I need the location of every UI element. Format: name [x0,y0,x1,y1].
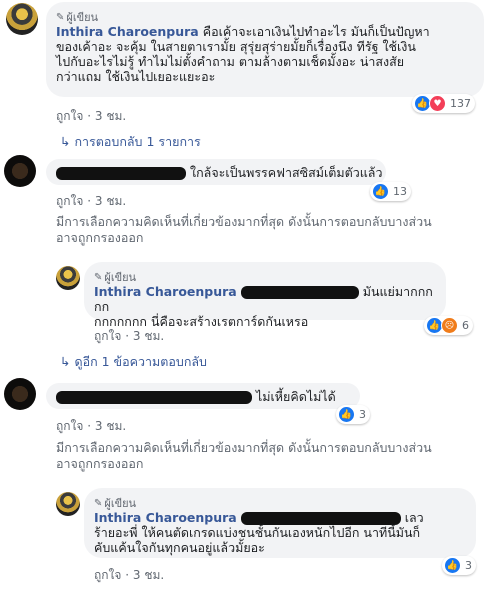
comment-line: กว่าแถม ใช้เงินไปเยอะแยะอะ [56,69,216,84]
redacted-name [56,167,186,180]
comment-actions: ถูกใจ · 3 ชม. [56,419,127,433]
reply-text: Inthira Charoenpura มันแย่มากกกกก กกกกกก… [94,284,444,329]
reaction-summary[interactable]: 👍 ♥ 137 [412,94,475,113]
comment-text: Inthira Charoenpura คือเค้าจะเอาเงินไปทำ… [56,24,480,84]
reply-arrow-icon: ↳ [60,354,71,369]
reaction-count: 3 [465,559,472,572]
reaction-count: 137 [450,97,471,110]
like-reaction-icon: 👍 [372,183,389,200]
view-more-replies-link[interactable]: ↳ ดูอีก 1 ข้อความตอบกลับ [60,352,207,372]
avatar[interactable] [56,492,80,516]
reaction-summary[interactable]: 👍 13 [370,182,411,201]
comment-line: ของเค้าอะ จะคุ้ม ในสายตาเรามั้ย สุรุ่ยสุ… [56,39,416,54]
reply-line: เลว [404,510,424,525]
like-button[interactable]: ถูกใจ [94,329,121,343]
redacted-name [56,391,252,404]
reaction-count: 6 [462,319,469,332]
reply-line: คับแค้นใจกันทุกคนอยู่แล้วมั้ยอะ [94,540,265,555]
comment-actions: ถูกใจ · 3 ชม. [56,109,127,123]
avatar[interactable] [6,3,38,35]
filtered-replies-note: มีการเลือกความคิดเห็นที่เกี่ยวข้องมากที่… [56,214,492,246]
reply-bubble: ✎ ผู้เขียน Inthira Charoenpura มันแย่มาก… [84,262,446,329]
reply-bubble: ✎ ผู้เขียน Inthira Charoenpura เลว ร้ายอ… [84,488,476,558]
comment-line: ใกล้จะเป็นพรรคฟาสซิสม์เต็มตัวแล้ว [189,165,383,180]
reaction-summary[interactable]: 👍 ☹ 6 [424,316,473,335]
comment-line: ไปกับอะไรไม่รู้ ทำไมไม่ตั้งคำถาม ตามล้าง… [56,54,405,69]
view-replies-link[interactable]: ↳ การตอบกลับ 1 รายการ [60,132,201,152]
filtered-note-line: อาจถูกกรองออก [56,230,144,245]
timestamp[interactable]: 3 ชม. [133,329,164,343]
like-button[interactable]: ถูกใจ [56,419,83,433]
filtered-note-line: อาจถูกกรองออก [56,456,144,471]
view-replies-label: การตอบกลับ 1 รายการ [74,134,201,149]
like-button[interactable]: ถูกใจ [56,194,83,208]
pencil-icon: ✎ [56,11,65,23]
redacted-name [240,512,401,525]
timestamp[interactable]: 3 ชม. [95,194,126,208]
timestamp[interactable]: 3 ชม. [95,109,126,123]
pencil-icon: ✎ [94,497,103,509]
avatar[interactable] [4,378,36,410]
author-name[interactable]: Inthira Charoenpura [94,510,237,525]
angry-reaction-icon: ☹ [441,317,458,334]
comment-line: ไม่เหี้ยคิดไม่ได้ [255,389,336,404]
reaction-summary[interactable]: 👍 3 [336,405,370,424]
view-more-replies-label: ดูอีก 1 ข้อความตอบกลับ [74,354,207,369]
love-reaction-icon: ♥ [429,95,446,112]
like-reaction-icon: 👍 [338,406,355,423]
filtered-note-line: มีการเลือกความคิดเห็นที่เกี่ยวข้องมากที่… [56,440,432,455]
reply-actions: ถูกใจ · 3 ชม. [94,329,165,343]
comment-actions: ถูกใจ · 3 ชม. [56,194,127,208]
filtered-replies-note: มีการเลือกความคิดเห็นที่เกี่ยวข้องมากที่… [56,440,492,472]
author-name[interactable]: Inthira Charoenpura [94,284,237,299]
comment-bubble: ใกล้จะเป็นพรรคฟาสซิสม์เต็มตัวแล้ว [46,159,386,185]
pencil-icon: ✎ [94,271,103,283]
avatar[interactable] [4,155,36,187]
like-button[interactable]: ถูกใจ [56,109,83,123]
reply-line: ร้ายอะพี่ ให้คนตัดเกรดแบ่งชนชั้นกันเองหน… [94,525,421,540]
like-reaction-icon: 👍 [444,557,461,574]
filtered-note-line: มีการเลือกความคิดเห็นที่เกี่ยวข้องมากที่… [56,214,432,229]
comment-text: ใกล้จะเป็นพรรคฟาสซิสม์เต็มตัวแล้ว [56,165,386,180]
redacted-name [240,286,359,299]
reaction-summary[interactable]: 👍 3 [442,556,476,575]
reply-arrow-icon: ↳ [60,134,71,149]
reaction-count: 3 [359,408,366,421]
comment-bubble: ✎ ผู้เขียน Inthira Charoenpura คือเค้าจะ… [46,2,484,97]
comment-line: คือเค้าจะเอาเงินไปทำอะไร มันก็เป็นปัญหา [202,24,430,39]
author-name[interactable]: Inthira Charoenpura [56,24,199,39]
timestamp[interactable]: 3 ชม. [95,419,126,433]
like-button[interactable]: ถูกใจ [94,568,121,582]
comment-bubble: ไม่เหี้ยคิดไม่ได้ [46,383,360,409]
timestamp[interactable]: 3 ชม. [133,568,164,582]
avatar[interactable] [56,266,80,290]
reaction-count: 13 [393,185,407,198]
reply-text: Inthira Charoenpura เลว ร้ายอะพี่ ให้คนต… [94,510,474,555]
reply-actions: ถูกใจ · 3 ชม. [94,568,165,582]
comment-text: ไม่เหี้ยคิดไม่ได้ [56,389,356,404]
